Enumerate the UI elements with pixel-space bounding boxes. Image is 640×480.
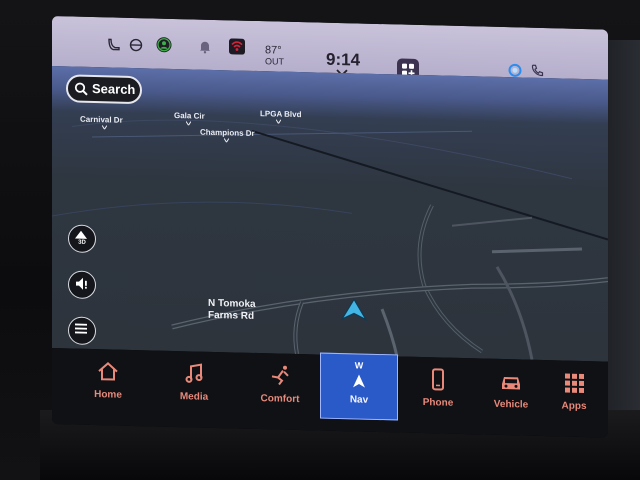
current-street-line2: Farms Rd bbox=[208, 309, 255, 322]
compass-heading: W bbox=[354, 360, 364, 371]
phone-status-icon[interactable] bbox=[530, 64, 544, 78]
volume-button[interactable] bbox=[68, 270, 96, 300]
volume-icon bbox=[76, 277, 87, 290]
nav-label-comfort: Comfort bbox=[260, 393, 300, 406]
vehicle-icon bbox=[502, 377, 520, 390]
phone-icon bbox=[432, 368, 444, 391]
street-marker-icon bbox=[224, 138, 229, 143]
nav-label-apps: Apps bbox=[561, 400, 587, 413]
outside-temperature: 87° OUT bbox=[265, 44, 284, 67]
current-street-label: N Tomoka Farms Rd bbox=[208, 298, 256, 323]
apps-grid-icon bbox=[565, 373, 584, 394]
street-label: LPGA Blvd bbox=[260, 109, 302, 120]
street-marker-icon bbox=[276, 119, 281, 124]
temperature-value: 87° bbox=[265, 44, 282, 57]
search-icon bbox=[74, 82, 88, 96]
bell-icon[interactable] bbox=[198, 40, 212, 54]
nav-item-phone[interactable]: Phone bbox=[406, 357, 470, 421]
nav-item-nav[interactable]: W Nav bbox=[320, 352, 398, 421]
street-label: Carnival Dr bbox=[80, 114, 123, 125]
street-marker-icon bbox=[186, 121, 191, 126]
street-marker-icon bbox=[102, 125, 107, 130]
music-note-icon bbox=[185, 363, 203, 383]
bottom-nav-bar: Home Media Comfort W Nav Phone Vehicle A… bbox=[52, 348, 608, 438]
search-label: Search bbox=[92, 80, 136, 98]
nav-arrow-icon bbox=[353, 374, 365, 388]
street-label: Champions Dr bbox=[200, 127, 255, 138]
navigation-map[interactable]: Carnival Dr Gala Cir LPGA Blvd Champions… bbox=[52, 66, 608, 362]
infotainment-screen: 87° OUT 9:14 Carnival Dr Gala Cir LPGA B… bbox=[52, 16, 608, 438]
nav-item-apps[interactable]: Apps bbox=[544, 360, 604, 423]
heated-seat-icon[interactable] bbox=[108, 37, 122, 51]
temperature-unit: OUT bbox=[265, 56, 284, 67]
driver-profile-icon[interactable] bbox=[156, 37, 172, 53]
clock[interactable]: 9:14 bbox=[326, 50, 360, 71]
view-mode-button[interactable]: 3D bbox=[68, 224, 96, 254]
street-label: Gala Cir bbox=[174, 110, 205, 121]
nav-item-media[interactable]: Media bbox=[156, 351, 232, 415]
nav-label-home: Home bbox=[94, 389, 122, 401]
nav-label-media: Media bbox=[179, 391, 209, 403]
vehicle-position-icon bbox=[340, 298, 368, 322]
seat-comfort-icon bbox=[271, 365, 289, 386]
search-button[interactable]: Search bbox=[66, 74, 142, 105]
nav-item-vehicle[interactable]: Vehicle bbox=[476, 358, 546, 422]
nav-label-nav: Nav bbox=[349, 394, 369, 406]
road-network bbox=[52, 119, 608, 360]
home-icon bbox=[98, 362, 118, 381]
voice-assistant-icon[interactable] bbox=[508, 63, 522, 77]
steering-wheel-icon[interactable] bbox=[129, 38, 143, 52]
nav-label-vehicle: Vehicle bbox=[493, 398, 529, 411]
view-mode-label: 3D bbox=[78, 239, 86, 246]
nav-item-home[interactable]: Home bbox=[70, 348, 146, 412]
menu-icon bbox=[75, 323, 87, 334]
wifi-icon[interactable] bbox=[229, 38, 245, 55]
nav-item-comfort[interactable]: Comfort bbox=[242, 353, 318, 417]
nav-label-phone: Phone bbox=[422, 397, 454, 409]
menu-button[interactable] bbox=[68, 316, 96, 346]
